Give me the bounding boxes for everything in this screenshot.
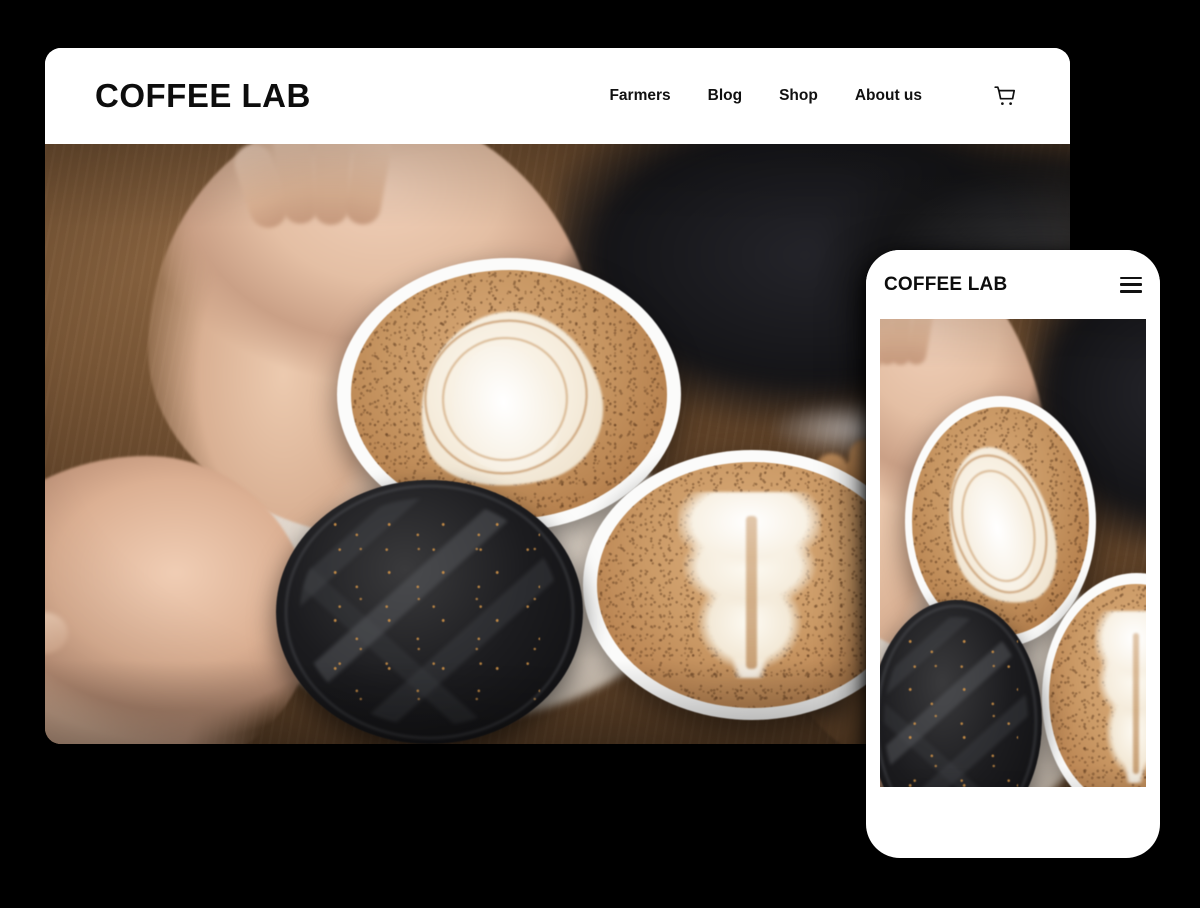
cup-rim-highlight (284, 485, 574, 739)
latte-art-stem (1132, 633, 1139, 774)
hamburger-bar (1120, 283, 1142, 286)
main-navigation: Farmers Blog Shop About us (609, 81, 1020, 111)
iced-black-coffee-cup (275, 480, 584, 744)
phone-mockup: COFFEE LAB (866, 250, 1160, 858)
mockup-canvas: COFFEE LAB Farmers Blog Shop About us CO… (0, 0, 1200, 908)
mobile-hero-photo-scene (880, 319, 1146, 787)
cup-rim (596, 462, 908, 708)
nav-link-blog[interactable]: Blog (708, 87, 742, 105)
hamburger-bar (1120, 276, 1142, 280)
desktop-site-header: COFFEE LAB Farmers Blog Shop About us (45, 48, 1070, 144)
mobile-site-header: COFFEE LAB (866, 250, 1160, 319)
site-logo[interactable]: COFFEE LAB (95, 77, 311, 115)
hamburger-menu-icon[interactable] (1120, 276, 1142, 293)
cart-button[interactable] (990, 81, 1020, 111)
latte-art-stem (746, 516, 757, 669)
hamburger-bar (1120, 289, 1142, 293)
shopping-cart-icon (994, 86, 1016, 105)
nav-link-shop[interactable]: Shop (779, 87, 818, 105)
nav-link-farmers[interactable]: Farmers (609, 87, 670, 105)
thumb (45, 611, 68, 654)
latte-cup-right (1041, 572, 1146, 787)
mobile-site-logo[interactable]: COFFEE LAB (884, 274, 1007, 296)
nav-link-about-us[interactable]: About us (855, 87, 922, 105)
mobile-hero-photo (880, 319, 1146, 787)
cup-rim (1049, 583, 1146, 787)
